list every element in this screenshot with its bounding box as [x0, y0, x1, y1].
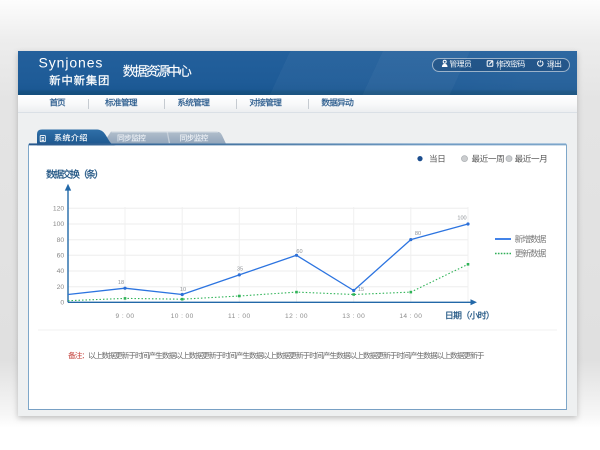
svg-text:80: 80	[415, 231, 421, 237]
svg-text:120: 120	[53, 206, 65, 213]
svg-text:100: 100	[53, 221, 65, 228]
svg-text:13 : 00: 13 : 00	[342, 313, 365, 320]
svg-text:10: 10	[180, 287, 186, 293]
svg-text:11 : 00: 11 : 00	[228, 313, 250, 320]
svg-text:40: 40	[57, 268, 65, 275]
svg-text:12 : 00: 12 : 00	[285, 313, 308, 320]
svg-text:Synjones: Synjones	[39, 55, 104, 71]
svg-text:20: 20	[57, 284, 65, 291]
svg-text:9 : 00: 9 : 00	[116, 313, 135, 320]
svg-text:0: 0	[60, 300, 64, 307]
svg-text:18: 18	[118, 280, 124, 286]
svg-text:80: 80	[57, 237, 65, 244]
svg-text:60: 60	[296, 249, 302, 255]
svg-text:60: 60	[57, 253, 65, 260]
svg-text:15: 15	[358, 287, 364, 293]
svg-text:14 : 00: 14 : 00	[399, 313, 422, 320]
svg-text:100: 100	[457, 215, 466, 221]
svg-text:35: 35	[237, 267, 243, 273]
svg-text:10 : 00: 10 : 00	[171, 313, 194, 320]
